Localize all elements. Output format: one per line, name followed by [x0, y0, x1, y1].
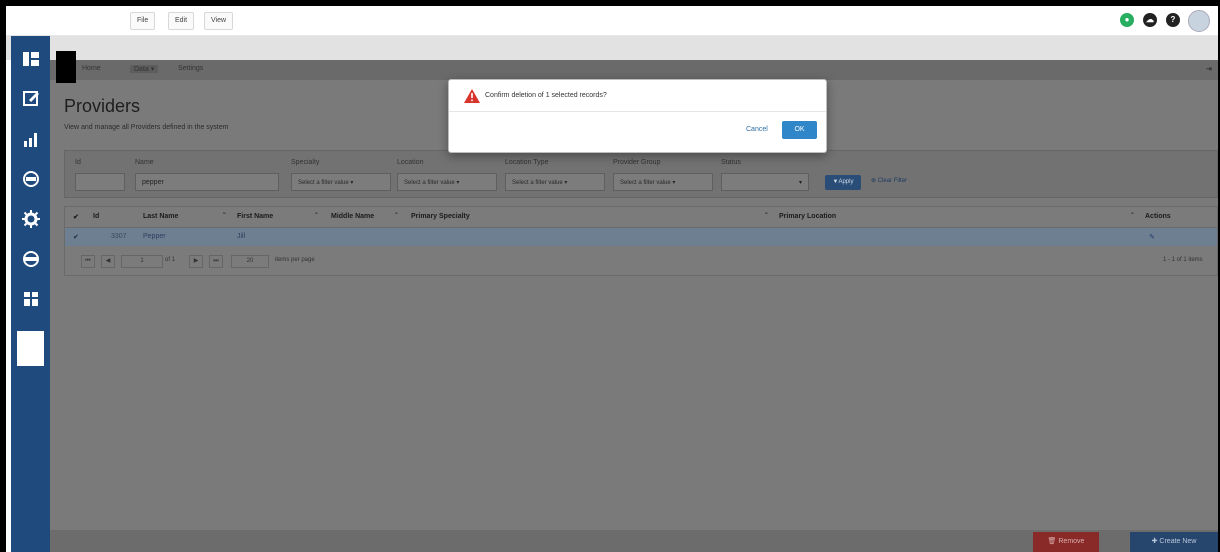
page-input[interactable]: 1	[121, 255, 163, 268]
cell-first-name[interactable]: Jill	[237, 233, 245, 240]
filter-specialty-select[interactable]: Select a filter value ▾	[291, 173, 391, 191]
settings-icon[interactable]	[16, 204, 45, 233]
filter-location-select[interactable]: Select a filter value ▾	[397, 173, 497, 191]
filter-location-type-label: Location Type	[505, 159, 549, 166]
filter-provider-group-label: Provider Group	[613, 159, 661, 166]
apply-button[interactable]: ▼Apply	[825, 175, 861, 190]
expand-icon[interactable]: ⇥	[1206, 65, 1212, 73]
dialog-message: Confirm deletion of 1 selected records?	[485, 92, 607, 99]
page-of: of 1	[165, 257, 176, 263]
first-page-icon[interactable]: ⏮	[81, 255, 95, 268]
filter-specialty-label: Specialty	[291, 159, 320, 166]
menu-view[interactable]: View	[204, 12, 234, 30]
pager: ⏮ ◀ 1 of 1 ▶ ⏭ 20 items per page 1 - 1 o…	[65, 251, 1217, 271]
web-icon[interactable]	[16, 164, 45, 193]
filter-id-label: Id	[75, 159, 81, 166]
col-sort-icon: ˜	[1131, 213, 1134, 220]
app-window: File Edit View ● ☁ ? Home Data ▾ Setting…	[6, 6, 1218, 552]
sql-icon[interactable]	[16, 244, 45, 273]
col-sort-icon: ˜	[765, 213, 768, 220]
remove-button[interactable]: 🗑 Remove	[1033, 532, 1099, 552]
col-primary-location[interactable]: Primary Location	[779, 213, 836, 220]
blank-item[interactable]	[17, 331, 44, 366]
filter-status-select[interactable]: ▾	[721, 173, 809, 191]
warning-icon	[464, 89, 480, 103]
filter-location-type-select[interactable]: Select a filter value ▾	[505, 173, 605, 191]
filter-panel: Id Name pepper Specialty Select a filter…	[64, 150, 1218, 198]
col-sort-icon: ˜	[223, 213, 226, 220]
menu-file[interactable]: File	[130, 12, 156, 30]
table-row[interactable]: ✔ 3307 Pepper Jill ✎	[65, 228, 1217, 246]
redaction-box	[56, 51, 76, 83]
filter-name-input[interactable]: pepper	[135, 173, 279, 191]
filter-location-label: Location	[397, 159, 424, 166]
help-icon[interactable]: ?	[1166, 13, 1180, 27]
col-actions: Actions	[1145, 213, 1171, 220]
col-primary-specialty[interactable]: Primary Specialty	[411, 213, 470, 220]
footer-bar: 🗑 Remove ✚ Create New	[50, 530, 1218, 552]
filter-provider-group-select[interactable]: Select a filter value ▾	[613, 173, 713, 191]
cancel-button[interactable]: Cancel	[746, 126, 768, 133]
col-sort-icon: ˜	[395, 213, 398, 220]
row-checkbox[interactable]: ✔	[73, 233, 79, 241]
page-size-select[interactable]: 20	[231, 255, 269, 268]
cloud-icon[interactable]: ☁	[1143, 13, 1157, 27]
status-icon[interactable]: ●	[1120, 13, 1134, 27]
cell-last-name[interactable]: Pepper	[143, 233, 166, 240]
nav-home[interactable]: Home	[82, 65, 101, 72]
sidebar	[11, 36, 50, 552]
nav-bar: Home Data ▾ Settings ⇥	[50, 60, 1218, 80]
edit-row-icon[interactable]: ✎	[1149, 233, 1155, 241]
col-last-name[interactable]: Last Name	[143, 213, 178, 220]
create-new-button[interactable]: ✚ Create New	[1130, 532, 1218, 552]
clear-filter-link[interactable]: ⊗ Clear Filter	[871, 177, 907, 184]
cell-id: 3307	[111, 233, 127, 240]
col-middle-name[interactable]: Middle Name	[331, 213, 374, 220]
prev-page-icon[interactable]: ◀	[101, 255, 115, 268]
next-page-icon[interactable]: ▶	[189, 255, 203, 268]
filter-status-label: Status	[721, 159, 741, 166]
pager-info: 1 - 1 of 1 items	[1163, 257, 1203, 263]
menu-bar: File Edit View ● ☁ ?	[6, 6, 1218, 36]
ok-button[interactable]: OK	[782, 121, 817, 139]
dashboard-icon[interactable]	[16, 44, 45, 73]
select-all-checkbox[interactable]: ✔	[73, 213, 79, 221]
col-id[interactable]: Id	[93, 213, 99, 220]
chart-icon[interactable]	[16, 124, 45, 153]
dialog-divider	[449, 111, 826, 112]
toolbar-strip	[6, 36, 1218, 60]
col-sort-icon: ˜	[315, 213, 318, 220]
chevron-down-icon: ▾	[798, 180, 802, 186]
providers-grid: ✔ Id Last Name ˜ First Name ˜ Middle Nam…	[64, 206, 1218, 276]
last-page-icon[interactable]: ⏭	[209, 255, 223, 268]
grid-icon[interactable]	[16, 284, 45, 313]
items-per-page-label: items per page	[275, 257, 315, 263]
user-avatar-icon[interactable]	[1188, 10, 1210, 32]
filter-id-input[interactable]	[75, 173, 125, 191]
filter-name-label: Name	[135, 159, 154, 166]
menu-edit[interactable]: Edit	[168, 12, 195, 30]
edit-icon[interactable]	[16, 83, 45, 112]
page-subtitle: View and manage all Providers defined in…	[64, 124, 229, 131]
confirm-dialog: Confirm deletion of 1 selected records? …	[448, 79, 827, 153]
nav-settings[interactable]: Settings	[178, 65, 203, 72]
grid-header: ✔ Id Last Name ˜ First Name ˜ Middle Nam…	[65, 207, 1217, 228]
col-first-name[interactable]: First Name	[237, 213, 273, 220]
page-title: Providers	[64, 96, 141, 116]
nav-data[interactable]: Data ▾	[130, 65, 159, 73]
